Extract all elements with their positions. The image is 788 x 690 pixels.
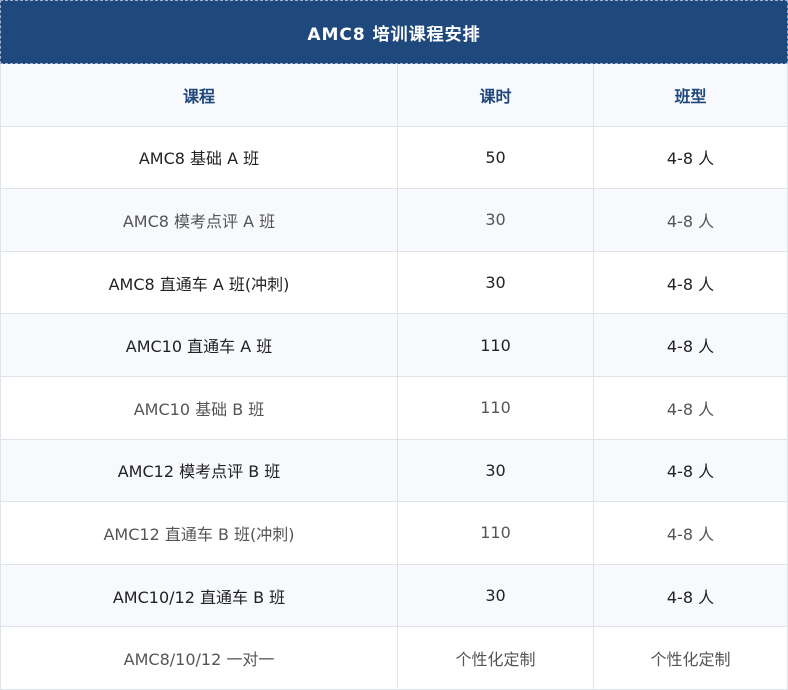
class-size-cell: 个性化定制 <box>650 650 731 670</box>
hours-cell: 110 <box>398 376 594 439</box>
table-row: AMC12 模考点评 B 班 30 4-8 人 <box>1 439 787 503</box>
header-class-size: 班型 <box>674 86 707 106</box>
course-cell: AMC8/10/12 一对一 <box>1 627 398 689</box>
header-hours: 课时 <box>398 64 594 126</box>
course-cell: AMC10/12 直通车 B 班 <box>1 564 398 627</box>
course-schedule-table: AMC8 培训课程安排 课程 课时 班型 AMC8 基础 A 班 50 4-8 … <box>0 0 788 690</box>
table-title: AMC8 培训课程安排 <box>0 0 788 64</box>
hours-cell: 110 <box>398 314 594 376</box>
course-cell: AMC8 模考点评 A 班 <box>1 189 398 251</box>
table-row: AMC8 直通车 A 班(冲刺) 30 4-8 人 <box>1 251 787 315</box>
hours-cell: 50 <box>398 126 594 189</box>
table-row: AMC12 直通车 B 班(冲刺) 110 4-8 人 <box>1 502 787 565</box>
class-size-cell: 4-8 人 <box>666 149 715 169</box>
class-size-cell: 4-8 人 <box>666 524 715 544</box>
hours-cell: 110 <box>398 502 594 564</box>
table-row: AMC10 直通车 A 班 110 4-8 人 <box>1 314 787 377</box>
class-size-cell: 4-8 人 <box>666 462 715 482</box>
class-size-cell: 4-8 人 <box>666 587 715 607</box>
hours-cell: 30 <box>398 251 594 314</box>
header-course: 课程 <box>1 64 398 126</box>
hours-cell: 个性化定制 <box>398 627 594 689</box>
class-size-cell: 4-8 人 <box>666 211 715 231</box>
course-cell: AMC12 直通车 B 班(冲刺) <box>1 502 398 564</box>
class-size-cell: 4-8 人 <box>666 399 715 419</box>
hours-cell: 30 <box>398 439 594 502</box>
table-row: AMC8 基础 A 班 50 4-8 人 <box>1 126 787 190</box>
table-grid: 课程 课时 班型 AMC8 基础 A 班 50 4-8 人 AMC8 模考点评 … <box>0 64 788 690</box>
course-cell: AMC8 基础 A 班 <box>1 126 398 189</box>
table-row: AMC10 基础 B 班 110 4-8 人 <box>1 376 787 440</box>
course-cell: AMC10 直通车 A 班 <box>1 314 398 376</box>
class-size-cell: 4-8 人 <box>666 337 715 357</box>
course-cell: AMC8 直通车 A 班(冲刺) <box>1 251 398 314</box>
table-row: AMC8 模考点评 A 班 30 4-8 人 <box>1 189 787 252</box>
class-size-cell: 4-8 人 <box>666 274 715 294</box>
table-header-row: 课程 课时 班型 <box>1 64 787 127</box>
course-cell: AMC10 基础 B 班 <box>1 376 398 439</box>
hours-cell: 30 <box>398 564 594 627</box>
table-row: AMC10/12 直通车 B 班 30 4-8 人 <box>1 564 787 628</box>
course-cell: AMC12 模考点评 B 班 <box>1 439 398 502</box>
table-row: AMC8/10/12 一对一 个性化定制 个性化定制 <box>1 627 787 690</box>
hours-cell: 30 <box>398 189 594 251</box>
